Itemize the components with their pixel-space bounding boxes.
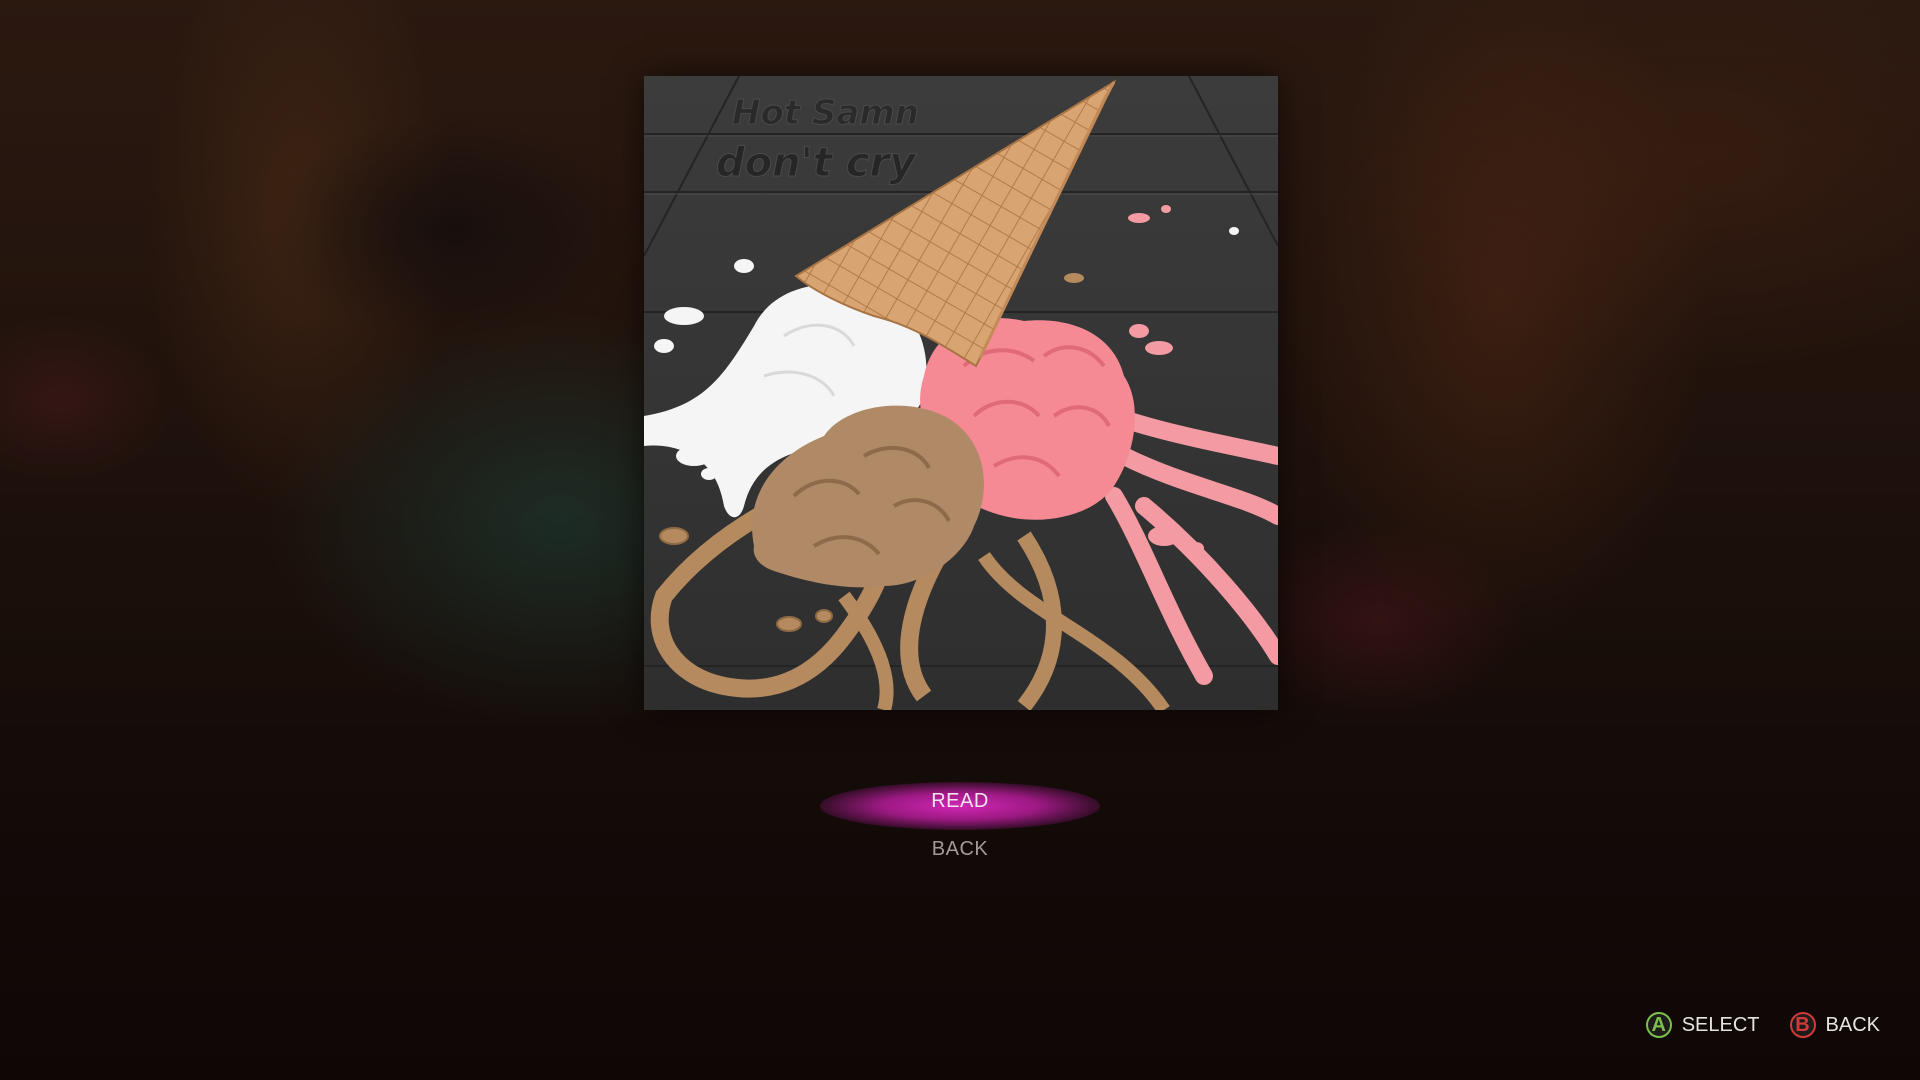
b-button-icon: B	[1789, 1012, 1816, 1038]
back-prompt[interactable]: B BACK	[1789, 1012, 1880, 1038]
button-prompts: A SELECT B BACK	[1645, 1008, 1880, 1042]
select-prompt-label: SELECT	[1681, 1013, 1760, 1036]
menu-item-back-label: BACK	[931, 838, 989, 860]
a-button-icon: A	[1645, 1012, 1672, 1038]
album-artwork: Hot Samn don't cry	[644, 76, 1278, 710]
album-title-text: don't cry	[716, 140, 917, 186]
menu-item-read-label: READ	[931, 790, 989, 812]
menu-item-back[interactable]: BACK	[0, 838, 1920, 861]
menu-item-read[interactable]: READ	[0, 782, 1920, 830]
album-cover: Hot Samn don't cry	[644, 76, 1278, 710]
album-artist-text: Hot Samn	[732, 93, 919, 133]
back-prompt-label: BACK	[1825, 1013, 1880, 1036]
select-prompt[interactable]: A SELECT	[1645, 1012, 1760, 1038]
